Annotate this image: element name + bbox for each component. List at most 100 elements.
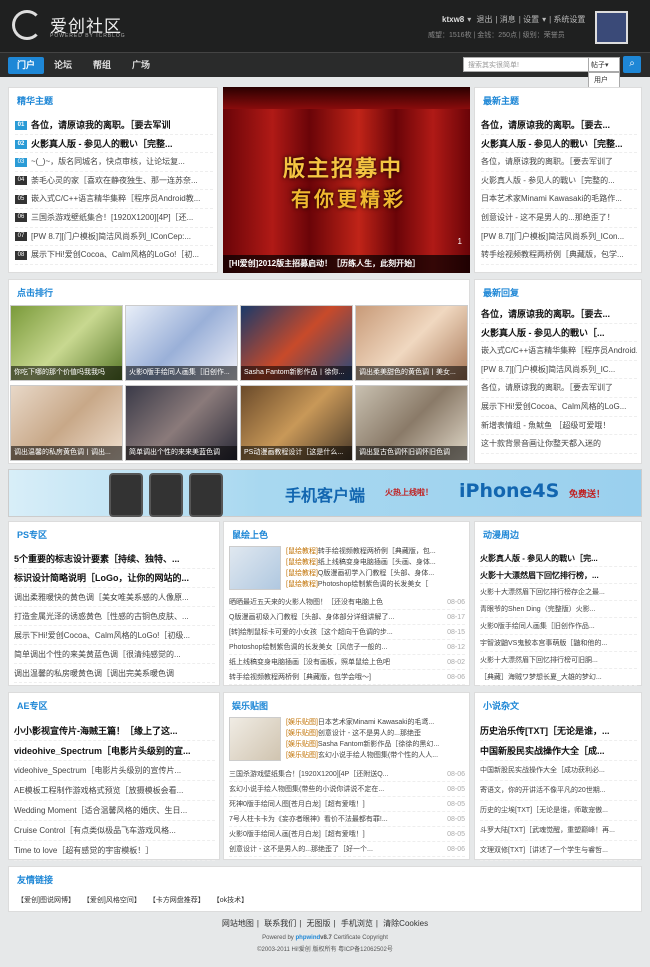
list-item[interactable]: 08-17 Q版漫画初级入门教程［头部、身体部分详细讲解了... bbox=[229, 610, 465, 625]
list-item[interactable]: 08-02 纸上线稿变身电脑插画［没有画板，照单鼠绘上色吧 bbox=[229, 655, 465, 670]
list-item[interactable]: 08-05 7号人柱卡卡为《妄亦者眼神》看价不法最都有罪!... bbox=[229, 812, 465, 827]
category-tag[interactable]: [娱乐贴图] bbox=[286, 741, 318, 748]
logout-link[interactable]: 退出 bbox=[476, 15, 492, 24]
list-item[interactable]: 08-06 转手绘视频教程两桥例［典藏版，包学会哦～] bbox=[229, 670, 465, 685]
list-item[interactable]: 5个重要的标志设计要素［持续、独特、... bbox=[14, 550, 215, 569]
category-tag[interactable]: [娱乐贴图] bbox=[286, 719, 318, 726]
list-item[interactable]: 展示下Hi!爱创Cocoa、Calm风格的LoGo!［初级... bbox=[14, 626, 215, 645]
search-type-select[interactable]: 帖子▾ bbox=[588, 57, 620, 72]
list-item[interactable]: Time to love［超有感觉的宇宙模板！］ bbox=[14, 841, 215, 861]
list-item[interactable]: 各位，请原谅我的离职。［要去... bbox=[481, 305, 637, 324]
nav-square[interactable]: 广场 bbox=[132, 58, 150, 71]
list-item[interactable]: 中国新股民实战操作大全［成... bbox=[480, 741, 637, 761]
list-item[interactable]: 02 火影真人版 - 参见人的戰い［完整... bbox=[15, 135, 213, 154]
list-item[interactable]: 火影十大漂然眉下回忆排行榜可旧胴... bbox=[480, 652, 637, 669]
list-item[interactable]: 文理双修[TXT]［讲述了一个学生与睿哲... bbox=[480, 841, 637, 861]
category-tag[interactable]: [鼠绘教程] bbox=[286, 581, 318, 588]
list-item[interactable]: [娱乐贴图]玄幻小说手绘人物图集(带个性的人人... bbox=[286, 750, 465, 761]
list-item[interactable]: 03 ~(_)~，版名同城名，快点审核，让论坛复... bbox=[15, 153, 213, 172]
list-item[interactable]: 新增表情组 - 魚鱿鱼 ［超级可爱哦！ bbox=[481, 417, 637, 436]
footer-link-mobile[interactable]: 手机浏览 bbox=[341, 919, 373, 928]
list-item[interactable]: 嵌入式C/C++语言精华集粹［程序员Android... bbox=[481, 342, 637, 361]
list-item[interactable]: 08-05 火影0版手绘同人画[苍月白龙]［超有爱哦！] bbox=[229, 827, 465, 842]
list-item[interactable]: 08-05 玄幻小说手绘人物图集(带些的小说你讲说不定在... bbox=[229, 782, 465, 797]
list-item[interactable]: 各位，请原谅我的离职。［要去军训了 bbox=[481, 153, 637, 172]
list-item[interactable]: 火影0版手绘同人画集［旧创作作品... bbox=[480, 618, 637, 635]
mobile-client-banner[interactable]: 手机客户端 火热上线啦！ iPhone4S 免费送！ bbox=[8, 469, 642, 517]
list-item[interactable]: 火影真人版 - 参见人的戰い［完整... bbox=[481, 135, 637, 154]
list-item[interactable]: 转手绘视频教程两桥例［典藏版，包学... bbox=[481, 246, 637, 265]
list-item[interactable]: 08-06 三国杀游戏壁纸集合！[1920X1200][4P［还附送Q... bbox=[229, 767, 465, 782]
list-item[interactable]: 火影真人版 - 参见人的戰い［... bbox=[481, 324, 637, 343]
list-item[interactable]: Cruise Control［有点类似极品飞车游戏风格... bbox=[14, 821, 215, 841]
list-item[interactable]: ［典藏］海贼ワ梦想长夏_大雄的梦幻... bbox=[480, 669, 637, 686]
search-input[interactable]: 搜索其实很简单! bbox=[463, 57, 593, 72]
list-item[interactable]: 调出温馨的私房暖黄色调［调出完美系暖色调 bbox=[14, 664, 215, 683]
certificate-link[interactable]: Certificate Copyright bbox=[334, 935, 388, 941]
list-item[interactable]: 调出柔雅暖快的黄色调［美女唯美系感的人像原... bbox=[14, 588, 215, 607]
list-item[interactable]: 各位，请原谅我的离职。［要去... bbox=[481, 116, 637, 135]
list-item[interactable]: 07 [PW 8.7][门户模板]简洁风尚系列_IConCep:... bbox=[15, 228, 213, 247]
list-item[interactable]: [鼠绘教程]纸上线稿变身电脑插画［头画、身体... bbox=[286, 557, 465, 568]
list-item[interactable]: 06 三国杀游戏壁纸集合！[1920X1200][4P]［还... bbox=[15, 209, 213, 228]
list-item[interactable]: AE模板工程制作游戏格式预览［放摄模板会看... bbox=[14, 781, 215, 801]
search-button[interactable]: ⌕ bbox=[623, 56, 641, 73]
list-item[interactable]: [PW 8.7][门户模板]简洁风尚系列_ICon... bbox=[481, 228, 637, 247]
slide-caption[interactable]: [HI爱创]2012版主招募启动！［历练人生，此刻开始］ bbox=[223, 255, 470, 273]
list-item[interactable]: 简单调出个性的来美黄蓝色调［很清纯感觉的... bbox=[14, 645, 215, 664]
list-item[interactable]: 寄语文，你的开讲活不像平凡的20世期... bbox=[480, 781, 637, 801]
slide-page-number[interactable]: 1 bbox=[458, 237, 462, 246]
gallery-thumbnail[interactable]: 火影0版手绘同人画集［旧创作... bbox=[125, 305, 238, 381]
messages-link[interactable]: 消息 bbox=[500, 15, 516, 24]
list-item[interactable]: videohive_Spectrum［电影片头级别的宣传片... bbox=[14, 761, 215, 781]
list-item[interactable]: 展示下Hi!爱创Cocoa、Calm风格的LoG... bbox=[481, 398, 637, 417]
powered-link[interactable]: phpwind bbox=[295, 935, 320, 941]
list-item[interactable]: 08-15 [转]绘制鼠标卡可爱的小女孩［这个超向干色调的步... bbox=[229, 625, 465, 640]
footer-link-noimage[interactable]: 无图版 bbox=[307, 919, 331, 928]
settings-link[interactable]: 设置 bbox=[523, 15, 539, 24]
list-item[interactable]: 08-12 Photoshop绘制紫色调的长发美女［风信子一般的... bbox=[229, 640, 465, 655]
list-item[interactable]: 04 荼毛心灵的家［喜欢在静夜独生、那一连苏奈... bbox=[15, 172, 213, 191]
friend-link[interactable]: 【爱创]风格空间】 bbox=[83, 897, 141, 904]
gallery-thumbnail[interactable]: 简单调出个性的来来美蓝色调 bbox=[125, 385, 238, 461]
gallery-thumbnail[interactable]: 你吃下哪的那个价值吗我我吗 bbox=[10, 305, 123, 381]
gallery-thumbnail[interactable]: 调出温馨的私房黄色调丨调出... bbox=[10, 385, 123, 461]
list-item[interactable]: 青眼爷的Shen Ding（完整版）火影... bbox=[480, 601, 637, 618]
list-item[interactable]: [娱乐贴图]Sasha Fantom新影作品［徐徐的黑幻... bbox=[286, 739, 465, 750]
chevron-down-icon[interactable]: ▾ bbox=[542, 15, 546, 24]
list-item[interactable]: 火影真人版 - 参见人的戰い［完整的... bbox=[481, 172, 637, 191]
section-thumbnail[interactable] bbox=[229, 717, 281, 761]
list-item[interactable]: Wedding Moment［适合温馨风格的婚庆、生日... bbox=[14, 801, 215, 821]
list-item[interactable]: 标识设计简略说明［LoGo，让你的网站的... bbox=[14, 569, 215, 588]
gallery-thumbnail[interactable]: PS动漫画教程设计［这是什么... bbox=[240, 385, 353, 461]
list-item[interactable]: 中国新股民实战操作大全［成功获利必... bbox=[480, 761, 637, 781]
gallery-thumbnail[interactable]: Sasha Fantom新影作品丨徐你... bbox=[240, 305, 353, 381]
gallery-thumbnail[interactable]: 调出复古色调怀旧调怀旧色调 bbox=[355, 385, 468, 461]
category-tag[interactable]: [娱乐贴图] bbox=[286, 730, 318, 737]
list-item[interactable]: 08 展示下Hi!爱创Cocoa、Calm风格的LoGo!［初... bbox=[15, 246, 213, 265]
system-settings-link[interactable]: 系统设置 bbox=[553, 15, 585, 24]
list-item[interactable]: [娱乐贴图]日本艺术家Minami Kawasaki的毛鸢... bbox=[286, 717, 465, 728]
category-tag[interactable]: [鼠绘教程] bbox=[286, 559, 318, 566]
list-item[interactable]: 这十款背景音画让你整天都入迷的 bbox=[481, 435, 637, 454]
category-tag[interactable]: [娱乐贴图] bbox=[286, 752, 318, 759]
friend-link[interactable]: 【爱创]图说网博】 bbox=[17, 897, 75, 904]
friend-link[interactable]: 【ok技术】 bbox=[213, 897, 248, 904]
list-item[interactable]: 历史的尘埃[TXT]［无论是谁，师敢宠傲... bbox=[480, 801, 637, 821]
list-item[interactable]: 斗罗大陆[TXT]［武魂觉醒，重塑巅峰！再... bbox=[480, 821, 637, 841]
nav-forum[interactable]: 论坛 bbox=[54, 58, 72, 71]
footer-link-clear-cookies[interactable]: 清除Cookies bbox=[383, 919, 428, 928]
section-thumbnail[interactable] bbox=[229, 546, 281, 590]
list-item[interactable]: 日本艺术家Minami Kawasaki的毛路作... bbox=[481, 190, 637, 209]
list-item[interactable]: 各位，请原谅我的离职。［要去军训了 bbox=[481, 379, 637, 398]
category-tag[interactable]: [鼠绘教程] bbox=[286, 548, 318, 555]
footer-link-contact[interactable]: 联系我们 bbox=[264, 919, 296, 928]
list-item[interactable]: 创意设计 - 这不是男人的...那绝歪了！ bbox=[481, 209, 637, 228]
avatar[interactable] bbox=[595, 11, 628, 44]
gallery-thumbnail[interactable]: 调出柔美甜色的黄色调丨美女... bbox=[355, 305, 468, 381]
list-item[interactable]: 火影真人版 - 参见人的戰い［完... bbox=[480, 550, 637, 567]
list-item[interactable]: 05 嵌入式C/C++语言精华集粹［程序员Android教... bbox=[15, 190, 213, 209]
list-item[interactable]: 01 各位，请原谅我的离职。［要去军训 bbox=[15, 116, 213, 135]
list-item[interactable]: 小小影视宣传片-海贼王篇！［缘上了这... bbox=[14, 721, 215, 741]
nav-help[interactable]: 帮组 bbox=[93, 58, 111, 71]
